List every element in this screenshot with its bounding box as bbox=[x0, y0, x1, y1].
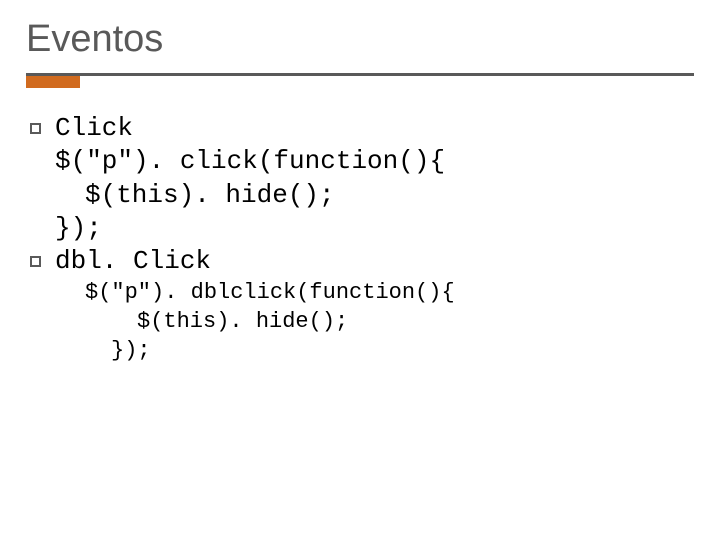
code-block: $("p"). dblclick(function(){ $(this). hi… bbox=[55, 278, 694, 365]
item-label: Click bbox=[55, 112, 694, 145]
rule-gray bbox=[26, 73, 694, 76]
title-rule bbox=[26, 73, 694, 88]
bullet-icon bbox=[30, 123, 41, 134]
list-item-body: Click $("p"). click(function(){ $(this).… bbox=[55, 112, 694, 245]
code-block: $("p"). click(function(){ $(this). hide(… bbox=[55, 145, 694, 245]
code-line: $(this). hide(); bbox=[55, 179, 694, 212]
content-area: Click $("p"). click(function(){ $(this).… bbox=[26, 112, 694, 365]
code-line: $("p"). dblclick(function(){ bbox=[85, 278, 694, 307]
list-item-body: dbl. Click $("p"). dblclick(function(){ … bbox=[55, 245, 694, 365]
slide: Eventos Click $("p"). click(function(){ … bbox=[0, 0, 720, 540]
item-label: dbl. Click bbox=[55, 245, 694, 278]
code-line: $(this). hide(); bbox=[85, 307, 694, 336]
code-line: }); bbox=[85, 336, 694, 365]
list-item: dbl. Click $("p"). dblclick(function(){ … bbox=[30, 245, 694, 365]
bullet-icon bbox=[30, 256, 41, 267]
code-line: }); bbox=[55, 212, 694, 245]
code-line: $("p"). click(function(){ bbox=[55, 145, 694, 178]
list-item: Click $("p"). click(function(){ $(this).… bbox=[30, 112, 694, 245]
slide-title: Eventos bbox=[26, 18, 694, 61]
rule-orange-accent bbox=[26, 76, 80, 88]
